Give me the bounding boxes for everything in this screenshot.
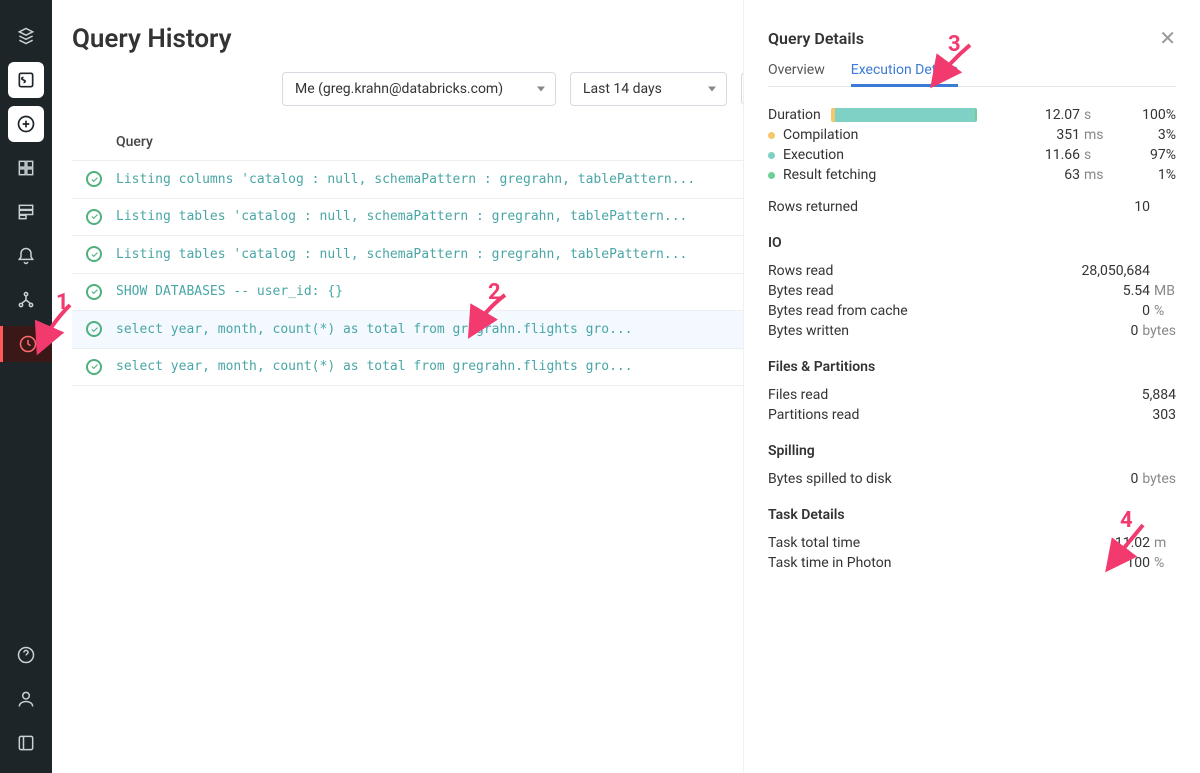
metric-value: 63 (1064, 167, 1080, 183)
sql-icon[interactable] (8, 62, 44, 98)
metric-value: 0 (1130, 323, 1138, 339)
sidebar (0, 0, 52, 773)
rows-returned-label: Rows returned (768, 199, 858, 215)
duration-pct: 100% (1132, 107, 1176, 123)
task-section: Task Details Task total time 11.02 m Tas… (768, 507, 1176, 573)
alerts-icon[interactable] (8, 238, 44, 274)
metric-label: Bytes read from cache (768, 303, 908, 319)
collapse-icon[interactable] (8, 725, 44, 761)
metric-value: 303 (1152, 407, 1176, 423)
metric-value: 28,050,684 (1082, 263, 1150, 279)
endpoints-icon[interactable] (8, 282, 44, 318)
metric-label: Task total time (768, 535, 860, 551)
status-success-icon (86, 284, 102, 300)
create-icon[interactable] (8, 106, 44, 142)
files-section: Files & Partitions Files read 5,884 Part… (768, 359, 1176, 425)
metric-label: Files read (768, 387, 828, 403)
status-success-icon (86, 246, 102, 262)
metric-value: 11.02 (1115, 535, 1150, 551)
query-text: select year, month, count(*) as total fr… (102, 348, 782, 386)
close-icon[interactable]: ✕ (1159, 28, 1176, 48)
details-title: Query Details (768, 29, 1159, 48)
logo-icon[interactable] (8, 18, 44, 54)
duration-bar (831, 108, 977, 122)
rows-returned-value: 10 (1134, 199, 1150, 215)
status-success-icon (86, 321, 102, 337)
metric-label: Partitions read (768, 407, 859, 423)
query-text: Listing tables 'catalog : null, schemaPa… (102, 236, 782, 274)
query-text: Listing columns 'catalog : null, schemaP… (102, 161, 782, 199)
date-filter-select[interactable]: Last 14 days (570, 72, 727, 106)
metric-label: Bytes read (768, 283, 834, 299)
history-icon[interactable] (0, 326, 52, 362)
user-icon[interactable] (8, 681, 44, 717)
help-icon[interactable] (8, 637, 44, 673)
dashboards-icon[interactable] (8, 150, 44, 186)
duration-label: Duration (768, 107, 821, 123)
metric-value: 0 (1142, 303, 1150, 319)
details-panel: Query Details ✕ Overview Execution Detai… (743, 0, 1200, 773)
metric-label: Rows read (768, 263, 833, 279)
metric-value: 351 (1056, 127, 1080, 143)
queries-icon[interactable] (8, 194, 44, 230)
metric-pct: 97% (1132, 147, 1176, 163)
metric-label: Execution (768, 147, 844, 163)
user-filter-select[interactable]: Me (greg.krahn@databricks.com) (282, 72, 556, 106)
metric-pct: 3% (1132, 127, 1176, 143)
tab-overview[interactable]: Overview (768, 62, 825, 86)
query-text: SHOW DATABASES -- user_id: {} (102, 273, 782, 311)
query-text: select year, month, count(*) as total fr… (102, 311, 782, 349)
column-query[interactable]: Query (102, 124, 782, 161)
metric-pct: 1% (1132, 167, 1176, 183)
metric-label: Bytes spilled to disk (768, 471, 892, 487)
spilling-section: Spilling Bytes spilled to disk 0 bytes (768, 443, 1176, 489)
metric-label: Compilation (768, 127, 858, 143)
query-text: Listing tables 'catalog : null, schemaPa… (102, 198, 782, 236)
metric-value: 11.66 (1045, 147, 1080, 163)
tab-execution-details[interactable]: Execution Details (851, 62, 958, 86)
metric-value: 5,884 (1142, 387, 1176, 403)
status-success-icon (86, 209, 102, 225)
io-section: IO Rows read 28,050,684 Bytes read 5.54 … (768, 235, 1176, 341)
status-success-icon (86, 359, 102, 375)
metric-value: 5.54 (1123, 283, 1150, 299)
status-success-icon (86, 171, 102, 187)
duration-section: Duration 12.07 s 100% Compilation 351 ms… (768, 105, 1176, 217)
metric-label: Result fetching (768, 167, 876, 183)
duration-value: 12.07 (1045, 107, 1080, 123)
metric-value: 100 (1126, 555, 1150, 571)
metric-label: Bytes written (768, 323, 849, 339)
metric-value: 0 (1130, 471, 1138, 487)
metric-label: Task time in Photon (768, 555, 891, 571)
